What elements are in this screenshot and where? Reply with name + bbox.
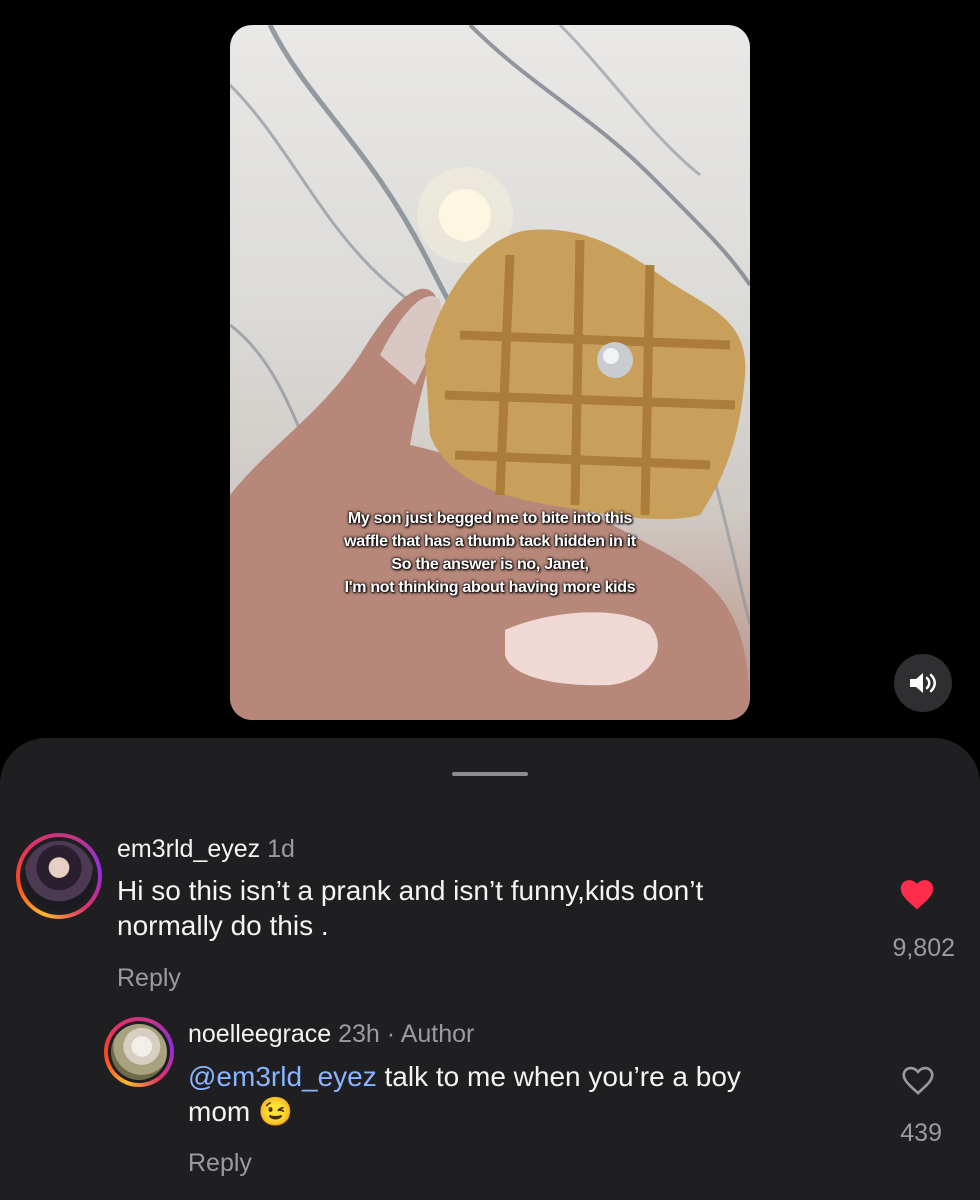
avatar[interactable] xyxy=(104,1017,174,1087)
comment-time: 1d xyxy=(267,835,295,863)
comment-username[interactable]: noelleegrace 23h · Author xyxy=(188,1020,474,1049)
caption-line: waffle that has a thumb tack hidden in i… xyxy=(344,533,636,550)
caption-line: So the answer is no, Janet, xyxy=(391,556,589,573)
comment-username[interactable]: em3rld_eyez 1d xyxy=(117,835,295,864)
heart-filled-icon[interactable] xyxy=(898,877,936,911)
like-count: 9,802 xyxy=(892,934,955,962)
comment-text: @em3rld_eyez talk to me when you’re a bo… xyxy=(188,1061,741,1127)
video-player[interactable]: My son just begged me to bite into this … xyxy=(230,25,750,720)
avatar[interactable] xyxy=(16,833,102,919)
mention-link[interactable]: @em3rld_eyez xyxy=(188,1061,377,1092)
comment-time: 23h xyxy=(338,1020,380,1048)
like-count: 439 xyxy=(900,1119,942,1147)
comments-sheet: em3rld_eyez 1d Hi so this isn’t a prank … xyxy=(0,738,980,1200)
wink-emoji: 😉 xyxy=(258,1096,293,1127)
video-frame xyxy=(230,25,750,720)
caption-line: My son just begged me to bite into this xyxy=(347,510,633,527)
reply-button[interactable]: Reply xyxy=(188,1149,252,1178)
reply-button[interactable]: Reply xyxy=(117,964,181,993)
mute-button[interactable] xyxy=(894,654,952,712)
author-badge: Author xyxy=(400,1020,475,1048)
heart-outline-icon[interactable] xyxy=(900,1064,936,1096)
caption-line: I'm not thinking about having more kids xyxy=(344,579,636,596)
speaker-icon xyxy=(910,673,936,693)
sheet-grabber[interactable] xyxy=(452,772,528,776)
video-caption: My son just begged me to bite into this … xyxy=(230,507,750,599)
comment-text: Hi so this isn’t a prank and isn’t funny… xyxy=(117,875,704,941)
